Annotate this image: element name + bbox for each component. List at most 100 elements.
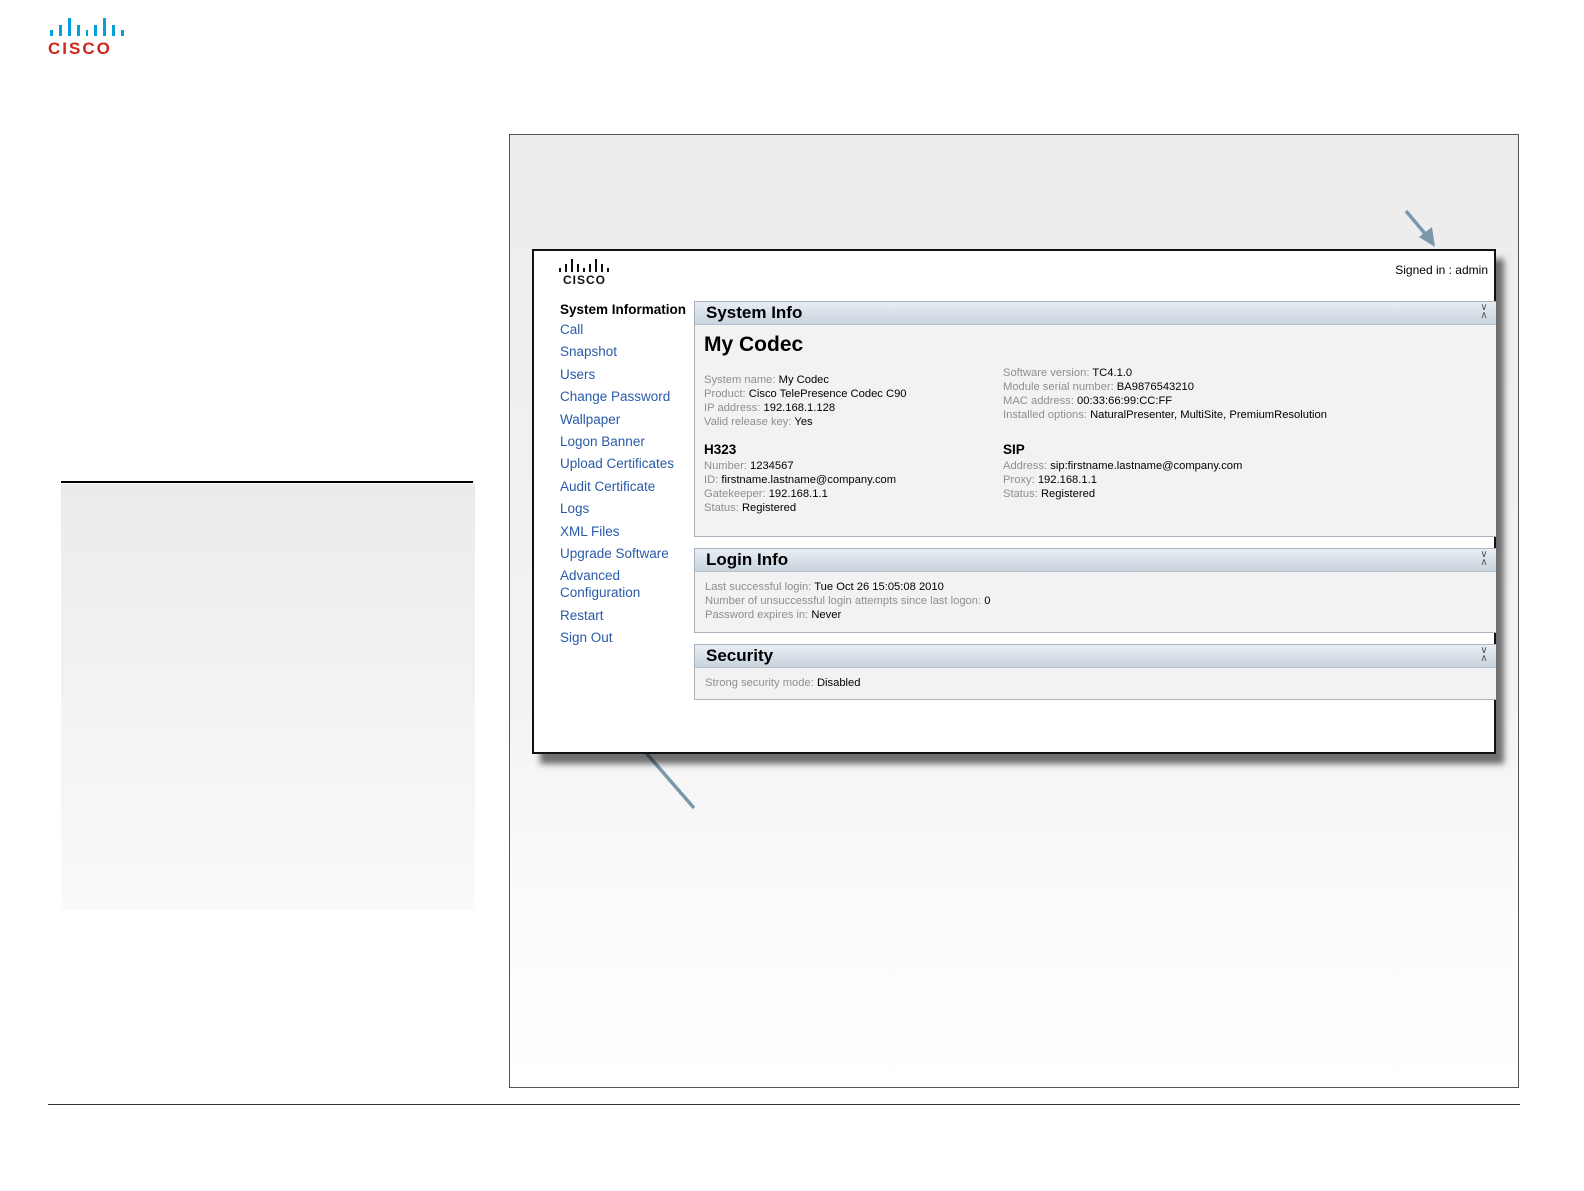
collapse-icon[interactable]: ∨ ∧ bbox=[1478, 550, 1490, 568]
app-cisco-logo: CISCO bbox=[559, 259, 615, 287]
info-label: Strong security mode: bbox=[705, 677, 814, 689]
login-info-title: Login Info bbox=[706, 550, 789, 569]
menu-item-logs[interactable]: Logs bbox=[560, 500, 690, 517]
info-value: NaturalPresenter, MultiSite, PremiumReso… bbox=[1090, 409, 1327, 421]
h323-title: H323 bbox=[704, 442, 737, 457]
menu-item-audit-certificate[interactable]: Audit Certificate bbox=[560, 478, 690, 495]
menu-item-advanced-configuration[interactable]: Advanced Configuration bbox=[560, 567, 690, 601]
info-row: Status: Registered bbox=[704, 501, 994, 515]
sip-section: SIP Address: sip:firstname.lastname@comp… bbox=[1003, 443, 1493, 501]
info-label: Product: bbox=[704, 388, 746, 400]
info-value: 00:33:66:99:CC:FF bbox=[1077, 395, 1173, 407]
annotation-arrow-signed-in bbox=[1404, 209, 1435, 247]
system-details-left: System name: My Codec Product: Cisco Tel… bbox=[704, 373, 994, 429]
info-value: 0 bbox=[984, 595, 991, 607]
info-row: MAC address: 00:33:66:99:CC:FF bbox=[1003, 394, 1493, 408]
info-value: sip:firstname.lastname@company.com bbox=[1050, 460, 1243, 472]
login-details: Last successful login: Tue Oct 26 15:05:… bbox=[705, 580, 1405, 622]
menu-item-system-information[interactable]: System Information bbox=[560, 301, 690, 318]
h323-section: H323 Number: 1234567 ID: firstname.lastn… bbox=[704, 443, 994, 515]
info-label: Last successful login: bbox=[705, 581, 812, 593]
sip-title: SIP bbox=[1003, 442, 1025, 457]
info-value: firstname.lastname@company.com bbox=[721, 474, 897, 486]
info-label: IP address: bbox=[704, 402, 761, 414]
main-menu: System Information Call Snapshot Users C… bbox=[560, 301, 690, 651]
info-value: Registered bbox=[741, 502, 797, 514]
system-info-title: System Info bbox=[706, 303, 803, 322]
collapse-icon[interactable]: ∨ ∧ bbox=[1478, 646, 1490, 664]
menu-item-change-password[interactable]: Change Password bbox=[560, 388, 690, 405]
sidebar-divider bbox=[61, 481, 473, 483]
info-label: Module serial number: bbox=[1003, 381, 1114, 393]
info-value: Tue Oct 26 15:05:08 2010 bbox=[814, 581, 944, 593]
info-label: Password expires in: bbox=[705, 609, 809, 621]
info-row: Last successful login: Tue Oct 26 15:05:… bbox=[705, 580, 1405, 594]
info-row: Number of unsuccessful login attempts si… bbox=[705, 594, 1405, 608]
security-panel: Security ∨ ∧ Strong security mode: Disabl… bbox=[694, 644, 1496, 700]
menu-item-upgrade-software[interactable]: Upgrade Software bbox=[560, 545, 690, 562]
info-label: Address: bbox=[1003, 460, 1048, 472]
info-row: ID: firstname.lastname@company.com bbox=[704, 473, 994, 487]
info-row: Valid release key: Yes bbox=[704, 415, 994, 429]
info-value: Registered bbox=[1040, 488, 1096, 500]
info-label: System name: bbox=[704, 374, 776, 386]
info-row: System name: My Codec bbox=[704, 373, 994, 387]
info-row: IP address: 192.168.1.128 bbox=[704, 401, 994, 415]
cisco-logo-text: CISCO bbox=[48, 39, 112, 58]
cisco-logo: CISCO bbox=[48, 18, 125, 60]
system-info-header[interactable]: System Info ∨ ∧ bbox=[695, 302, 1496, 325]
info-label: MAC address: bbox=[1003, 395, 1074, 407]
info-row: Gatekeeper: 192.168.1.1 bbox=[704, 487, 994, 501]
login-info-header[interactable]: Login Info ∨ ∧ bbox=[695, 549, 1496, 572]
info-value: 192.168.1.1 bbox=[768, 488, 828, 500]
info-value: Disabled bbox=[816, 677, 861, 689]
menu-item-snapshot[interactable]: Snapshot bbox=[560, 343, 690, 360]
info-value: My Codec bbox=[778, 374, 829, 386]
info-row: Proxy: 192.168.1.1 bbox=[1003, 473, 1493, 487]
security-details: Strong security mode: Disabled bbox=[705, 676, 1405, 690]
info-value: 1234567 bbox=[750, 460, 794, 472]
menu-item-sign-out[interactable]: Sign Out bbox=[560, 629, 690, 646]
info-value: Yes bbox=[794, 416, 813, 428]
info-row: Module serial number: BA9876543210 bbox=[1003, 380, 1493, 394]
app-cisco-logo-text: CISCO bbox=[563, 273, 607, 287]
system-details-right: Software version: TC4.1.0 Module serial … bbox=[1003, 366, 1493, 422]
sidebar-text-panel bbox=[61, 484, 475, 910]
info-label: Gatekeeper: bbox=[704, 488, 766, 500]
signed-in-status: Signed in : admin bbox=[1395, 263, 1488, 277]
info-label: Valid release key: bbox=[704, 416, 792, 428]
info-row: Strong security mode: Disabled bbox=[705, 676, 1405, 690]
info-row: Number: 1234567 bbox=[704, 459, 994, 473]
info-label: Installed options: bbox=[1003, 409, 1087, 421]
menu-item-restart[interactable]: Restart bbox=[560, 607, 690, 624]
web-interface-window: CISCO Signed in : admin System Informati… bbox=[532, 249, 1496, 754]
info-value: BA9876543210 bbox=[1116, 381, 1194, 393]
codec-name-heading: My Codec bbox=[704, 333, 804, 356]
footer-divider bbox=[48, 1104, 1520, 1105]
info-row: Installed options: NaturalPresenter, Mul… bbox=[1003, 408, 1493, 422]
menu-item-logon-banner[interactable]: Logon Banner bbox=[560, 433, 690, 450]
info-row: Software version: TC4.1.0 bbox=[1003, 366, 1493, 380]
menu-item-call[interactable]: Call bbox=[560, 321, 690, 338]
info-label: Proxy: bbox=[1003, 474, 1035, 486]
menu-item-upload-certificates[interactable]: Upload Certificates bbox=[560, 455, 690, 472]
menu-item-xml-files[interactable]: XML Files bbox=[560, 523, 690, 540]
collapse-icon[interactable]: ∨ ∧ bbox=[1478, 303, 1490, 321]
security-title: Security bbox=[706, 646, 774, 665]
system-info-panel: System Info ∨ ∧ My Codec System name: My … bbox=[694, 301, 1496, 537]
info-value: 192.168.1.1 bbox=[1037, 474, 1097, 486]
info-row: Product: Cisco TelePresence Codec C90 bbox=[704, 387, 994, 401]
menu-item-users[interactable]: Users bbox=[560, 366, 690, 383]
menu-item-wallpaper[interactable]: Wallpaper bbox=[560, 411, 690, 428]
info-row: Status: Registered bbox=[1003, 487, 1493, 501]
info-row: Password expires in: Never bbox=[705, 608, 1405, 622]
info-label: Number of unsuccessful login attempts si… bbox=[705, 595, 982, 607]
security-header[interactable]: Security ∨ ∧ bbox=[695, 645, 1496, 668]
info-value: TC4.1.0 bbox=[1092, 367, 1133, 379]
cisco-logo-bars bbox=[50, 18, 125, 36]
info-label: Number: bbox=[704, 460, 747, 472]
info-label: ID: bbox=[704, 474, 719, 486]
info-row: Address: sip:firstname.lastname@company.… bbox=[1003, 459, 1493, 473]
info-label: Software version: bbox=[1003, 367, 1090, 379]
login-info-panel: Login Info ∨ ∧ Last successful login: Tue… bbox=[694, 548, 1496, 633]
